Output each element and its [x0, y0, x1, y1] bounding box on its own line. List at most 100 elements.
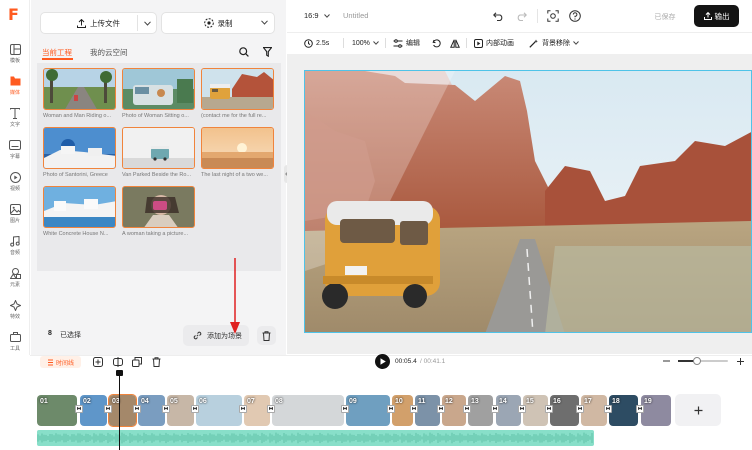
- timeline-clip[interactable]: 02: [80, 395, 107, 426]
- rail-item-tools[interactable]: 工具: [0, 330, 30, 354]
- clip-number: 04: [141, 398, 149, 405]
- transition-icon[interactable]: ⧓: [410, 405, 418, 413]
- export-button[interactable]: 输出: [694, 5, 739, 27]
- media-thumbnail[interactable]: [122, 68, 195, 110]
- sliders-icon: [393, 38, 403, 48]
- audio-waveform: [37, 432, 593, 444]
- transition-icon[interactable]: ⧓: [341, 405, 349, 413]
- delete-button[interactable]: [257, 326, 276, 345]
- rotate-icon[interactable]: [432, 37, 441, 49]
- transition-icon[interactable]: ⧓: [133, 405, 141, 413]
- media-caption: The last night of a two we...: [201, 172, 268, 178]
- zoom-out-icon[interactable]: [662, 356, 671, 366]
- upload-dropdown-chevron-icon[interactable]: [140, 15, 154, 31]
- undo-icon[interactable]: [492, 10, 505, 23]
- playhead-handle[interactable]: [116, 370, 123, 376]
- zoom-slider-thumb[interactable]: [693, 357, 701, 365]
- edit-button[interactable]: 编辑: [393, 37, 420, 49]
- media-thumbnail[interactable]: [43, 127, 116, 169]
- delete-clip-icon[interactable]: [150, 356, 162, 368]
- rail-item-subtitle[interactable]: 字幕: [0, 138, 30, 170]
- flip-icon[interactable]: [450, 37, 460, 49]
- export-icon: [703, 12, 712, 20]
- search-icon[interactable]: [237, 45, 251, 59]
- timeline-clip[interactable]: 18: [609, 395, 638, 426]
- inner-animation-button[interactable]: 内部动画: [474, 37, 514, 49]
- duration-control[interactable]: 2.5s: [304, 37, 329, 49]
- clip-number: 16: [553, 398, 561, 405]
- aspect-ratio-label: 16:9: [304, 11, 319, 20]
- timeline-clip[interactable]: 01: [37, 395, 77, 426]
- trash-icon: [262, 330, 271, 341]
- record-button[interactable]: 录制: [161, 12, 275, 34]
- transition-icon[interactable]: ⧓: [239, 405, 247, 413]
- divider: [537, 9, 538, 23]
- timeline-clip[interactable]: 05: [167, 395, 194, 426]
- screenshot-icon[interactable]: [546, 9, 560, 23]
- filter-icon[interactable]: [260, 45, 274, 59]
- media-thumbnail[interactable]: [201, 127, 274, 169]
- transition-icon[interactable]: ⧓: [604, 405, 612, 413]
- transition-icon[interactable]: ⧓: [267, 405, 275, 413]
- zoom-slider[interactable]: [678, 360, 728, 362]
- project-title[interactable]: Untitled: [343, 11, 368, 20]
- duplicate-icon[interactable]: [131, 356, 143, 368]
- media-thumbnail[interactable]: [43, 186, 116, 228]
- rail-item-video[interactable]: 视频: [0, 170, 30, 202]
- play-button[interactable]: [375, 354, 390, 369]
- background-removal-button[interactable]: 背景移除: [529, 37, 579, 49]
- transition-icon[interactable]: ⧓: [387, 405, 395, 413]
- transition-icon[interactable]: ⧓: [545, 405, 553, 413]
- zoom-select[interactable]: 100%: [352, 37, 379, 49]
- transition-icon[interactable]: ⧓: [636, 405, 644, 413]
- timeline-clip[interactable]: 06: [196, 395, 242, 426]
- clip-number: 14: [499, 398, 507, 405]
- tab-my-cloud[interactable]: 我的云空间: [90, 47, 128, 58]
- media-thumbnail[interactable]: [201, 68, 274, 110]
- transition-icon[interactable]: ⧓: [75, 405, 83, 413]
- timeline-clip[interactable]: 03: [108, 394, 137, 427]
- preview-canvas[interactable]: [304, 70, 752, 333]
- media-thumbnail[interactable]: [122, 186, 195, 228]
- timeline-clip[interactable]: 09: [346, 395, 390, 426]
- redo-icon[interactable]: [515, 10, 528, 23]
- transition-icon[interactable]: ⧓: [491, 405, 499, 413]
- rail-label: 音频: [9, 250, 20, 256]
- media-thumbnail[interactable]: [122, 127, 195, 169]
- rail-item-template[interactable]: 模板: [0, 42, 30, 74]
- timeline-clip[interactable]: 19: [641, 395, 671, 426]
- timeline-clip[interactable]: 13: [468, 395, 493, 426]
- timeline-clip[interactable]: 08: [272, 395, 344, 426]
- transition-icon[interactable]: ⧓: [104, 405, 112, 413]
- zoom-label: 100%: [352, 39, 370, 47]
- transition-icon[interactable]: ⧓: [463, 405, 471, 413]
- rail-item-elements[interactable]: 元素: [0, 266, 30, 298]
- rail-item-image[interactable]: 图片: [0, 202, 30, 234]
- chevron-down-icon: [373, 41, 379, 45]
- rail-item-audio[interactable]: 音频: [0, 234, 30, 266]
- timeline-clip[interactable]: 16: [550, 395, 579, 426]
- rail-label: 媒体: [9, 90, 20, 96]
- clip-number: 02: [83, 398, 91, 405]
- aspect-ratio-select[interactable]: 16:9: [304, 11, 330, 20]
- transition-icon[interactable]: ⧓: [162, 405, 170, 413]
- rail-item-text[interactable]: 文字: [0, 106, 30, 138]
- audio-track[interactable]: [37, 430, 594, 446]
- tab-current-project[interactable]: 当前工程: [42, 47, 72, 58]
- timeline-tag[interactable]: 时间线: [40, 356, 81, 368]
- split-icon[interactable]: [112, 356, 124, 368]
- help-icon[interactable]: [568, 9, 582, 23]
- rail-item-effects[interactable]: 特效: [0, 298, 30, 330]
- transition-icon[interactable]: ⧓: [437, 405, 445, 413]
- media-thumbnail[interactable]: [43, 68, 116, 110]
- add-clip-button[interactable]: [675, 394, 721, 426]
- add-scene-icon[interactable]: [92, 356, 104, 368]
- transition-icon[interactable]: ⧓: [191, 405, 199, 413]
- zoom-in-icon[interactable]: [735, 356, 745, 366]
- clip-number: 10: [395, 398, 403, 405]
- transition-icon[interactable]: ⧓: [518, 405, 526, 413]
- playhead[interactable]: [119, 372, 120, 450]
- rail-item-media[interactable]: 媒体: [0, 74, 30, 106]
- timeline-clip[interactable]: 04: [138, 395, 165, 426]
- transition-icon[interactable]: ⧓: [576, 405, 584, 413]
